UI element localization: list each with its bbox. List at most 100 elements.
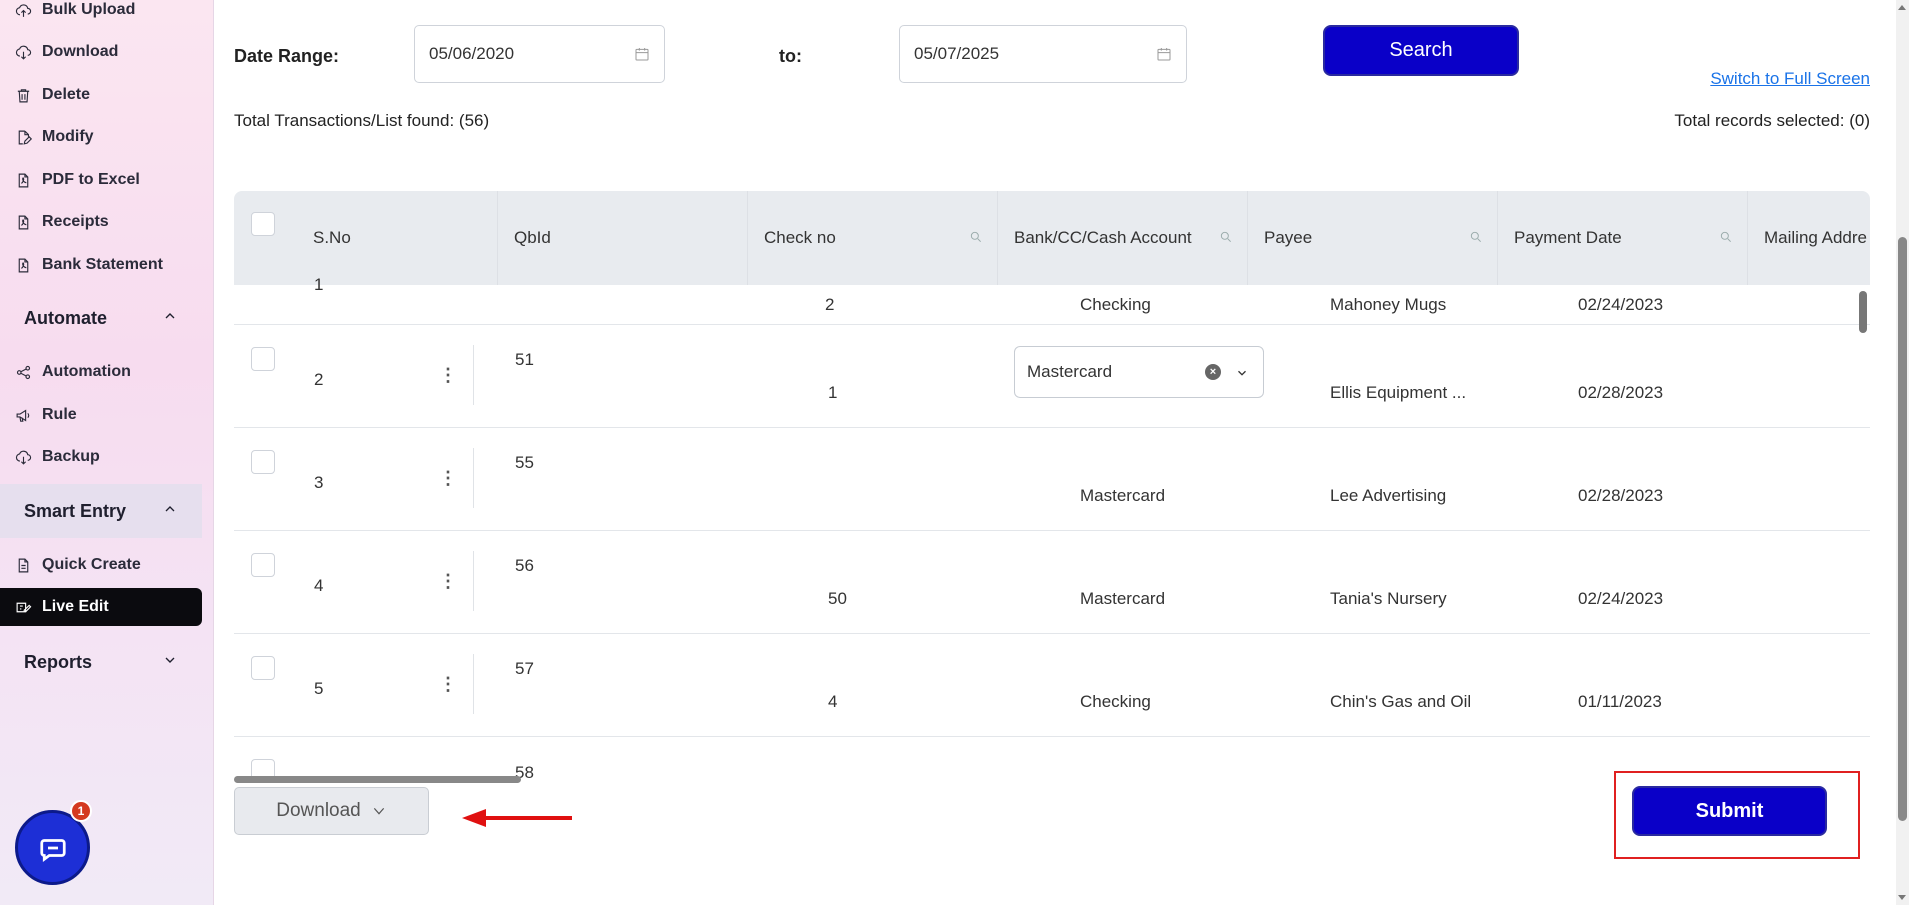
row-account: Checking (1080, 295, 1151, 314)
download-dropdown-button[interactable]: Download (234, 787, 429, 835)
row-menu-icon[interactable]: ⋮ (439, 468, 457, 488)
sidebar-item-quick-create[interactable]: Quick Create (0, 547, 202, 583)
calendar-icon[interactable] (634, 46, 650, 62)
sidebar-item-rule[interactable]: Rule (0, 397, 202, 433)
from-date-value: 05/06/2020 (429, 44, 515, 63)
statement-icon (14, 256, 32, 274)
table-row[interactable]: 2 ⋮ 51 1 Mastercard × Ellis Equipment ..… (234, 325, 1870, 428)
row-checkbox[interactable] (251, 656, 275, 680)
switch-full-screen-link[interactable]: Switch to Full Screen (1710, 69, 1870, 89)
sidebar-section-automate[interactable]: Automate (0, 296, 202, 340)
live-edit-icon (14, 598, 32, 616)
row-divider (473, 448, 474, 508)
share-nodes-icon (14, 363, 32, 381)
sidebar-item-bank-statement[interactable]: Bank Statement (0, 247, 202, 283)
table-vertical-scrollbar[interactable] (1859, 291, 1867, 333)
sidebar-item-pdf-to-excel[interactable]: PDF to Excel (0, 162, 202, 198)
clear-icon[interactable]: × (1205, 364, 1221, 380)
select-all-checkbox[interactable] (251, 212, 275, 236)
sidebar-item-bulk-upload[interactable]: Bulk Upload (0, 0, 202, 28)
from-date-input[interactable]: 05/06/2020 (414, 25, 665, 83)
scroll-up-arrow-icon[interactable] (1898, 5, 1906, 10)
column-header-mailing-address: Mailing Addre (1747, 191, 1870, 285)
document-icon (14, 556, 32, 574)
table-row[interactable]: 5 ⋮ 57 4 Checking Chin's Gas and Oil 01/… (234, 634, 1870, 737)
sidebar-item-label: Automation (42, 363, 131, 380)
to-date-value: 05/07/2025 (914, 44, 1000, 63)
total-selected-text: Total records selected: (0) (1674, 111, 1870, 130)
search-icon[interactable] (1469, 229, 1483, 243)
horizontal-scrollbar[interactable] (234, 776, 521, 783)
row-divider (473, 345, 474, 405)
row-date: 02/24/2023 (1578, 589, 1664, 608)
sidebar-section-smart-entry[interactable]: Smart Entry (0, 484, 202, 538)
column-header-qbid: QbId (497, 191, 747, 285)
account-select[interactable]: Mastercard × (1014, 346, 1264, 398)
row-date: 02/28/2023 (1578, 486, 1664, 505)
table-row[interactable]: 4 ⋮ 56 50 Mastercard Tania's Nursery 02/… (234, 531, 1870, 634)
sidebar-item-label: PDF to Excel (42, 171, 140, 188)
search-icon[interactable] (1719, 229, 1733, 243)
row-sno: 3 (314, 473, 324, 492)
table-row[interactable]: 3 ⋮ 55 Mastercard Lee Advertising 02/28/… (234, 428, 1870, 531)
receipt-icon (14, 213, 32, 231)
row-sno: 4 (314, 576, 324, 595)
chevron-down-icon (162, 652, 178, 673)
row-menu-icon[interactable]: ⋮ (439, 674, 457, 694)
row-divider (473, 654, 474, 714)
row-qbid: 56 (515, 556, 534, 575)
sidebar-item-receipts[interactable]: Receipts (0, 204, 202, 240)
row-qbid: 51 (515, 350, 534, 369)
search-icon[interactable] (1219, 229, 1233, 243)
row-check-no: 50 (828, 589, 847, 608)
sidebar-item-download[interactable]: Download (0, 34, 202, 70)
column-header-payee: Payee (1247, 191, 1497, 285)
row-check-no: 4 (828, 692, 838, 711)
chevron-down-icon[interactable] (1235, 365, 1249, 385)
to-date-input[interactable]: 05/07/2025 (899, 25, 1187, 83)
sidebar-item-label: Quick Create (42, 556, 141, 573)
search-icon[interactable] (969, 229, 983, 243)
chevron-up-icon (162, 308, 178, 329)
search-button[interactable]: Search (1323, 25, 1519, 76)
sidebar: Bulk Upload Download Delete Modify PDF t… (0, 0, 214, 905)
sidebar-section-reports[interactable]: Reports (0, 640, 202, 684)
row-check-no: 1 (828, 383, 838, 402)
sidebar-item-delete[interactable]: Delete (0, 77, 202, 113)
submit-button[interactable]: Submit (1632, 786, 1827, 836)
row-qbid: 55 (515, 453, 534, 472)
row-account: Mastercard (1080, 486, 1166, 505)
sidebar-item-label: Delete (42, 86, 91, 103)
sidebar-item-label: Bank Statement (42, 256, 163, 273)
total-found-text: Total Transactions/List found: (56) (234, 111, 490, 130)
notification-badge: 1 (70, 800, 92, 822)
row-menu-icon[interactable]: ⋮ (439, 571, 457, 591)
sidebar-item-label: Bulk Upload (42, 1, 136, 18)
row-payee: Tania's Nursery (1330, 589, 1447, 608)
edit-file-icon (14, 128, 32, 146)
table-row[interactable]: 1 2 Checking Mahoney Mugs 02/24/2023 (234, 275, 1870, 325)
trash-icon (14, 86, 32, 104)
row-payee: Chin's Gas and Oil (1330, 692, 1472, 711)
sidebar-item-live-edit[interactable]: Live Edit (0, 588, 202, 626)
row-payee: Lee Advertising (1330, 486, 1447, 505)
page-scrollbar-thumb[interactable] (1898, 237, 1907, 821)
to-label: to: (779, 46, 802, 66)
row-checkbox[interactable] (251, 450, 275, 474)
megaphone-icon (14, 406, 32, 424)
row-checkbox[interactable] (251, 347, 275, 371)
sidebar-item-backup[interactable]: Backup (0, 439, 202, 475)
row-checkbox[interactable] (251, 553, 275, 577)
column-header-account: Bank/CC/Cash Account (997, 191, 1247, 285)
sidebar-item-modify[interactable]: Modify (0, 119, 202, 155)
row-payee: Ellis Equipment ... (1330, 383, 1467, 402)
chevron-up-icon (162, 501, 178, 522)
page-scrollbar-track[interactable] (1896, 0, 1909, 905)
upload-cloud-icon (14, 1, 32, 19)
scroll-down-arrow-icon[interactable] (1898, 895, 1906, 900)
calendar-icon[interactable] (1156, 46, 1172, 62)
sidebar-item-label: Live Edit (42, 598, 109, 615)
annotation-arrow-icon (462, 809, 572, 827)
sidebar-item-automation[interactable]: Automation (0, 354, 202, 390)
row-menu-icon[interactable]: ⋮ (439, 365, 457, 385)
